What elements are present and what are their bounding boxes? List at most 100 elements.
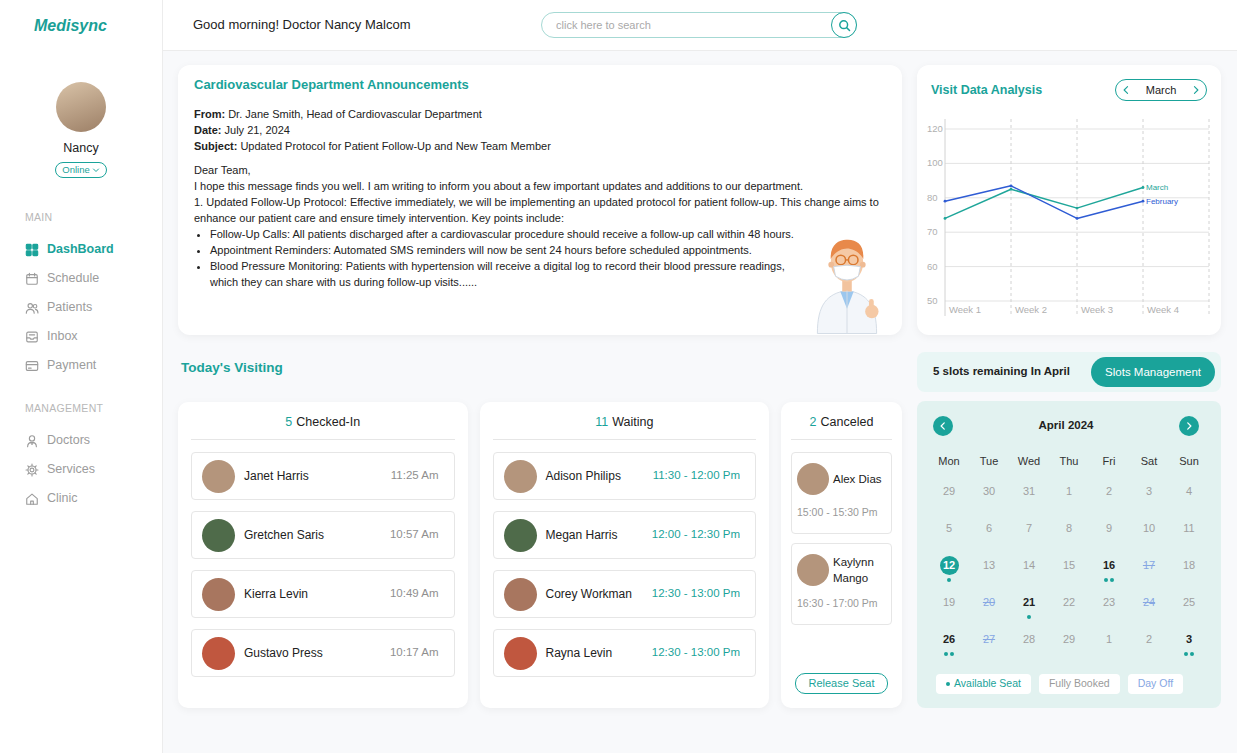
group-label: Waiting bbox=[612, 415, 653, 429]
calendar-day[interactable]: 14 bbox=[1009, 547, 1049, 584]
calendar-day[interactable]: 13 bbox=[969, 547, 1009, 584]
sidebar-item[interactable]: Services bbox=[0, 455, 162, 484]
slots-management-button[interactable]: Slots Management bbox=[1091, 357, 1215, 387]
calendar-day[interactable]: 2 bbox=[1089, 473, 1129, 510]
sidebar-item[interactable]: Schedule bbox=[0, 264, 162, 293]
meta-line: Subject:Updated Protocol for Patient Fol… bbox=[194, 138, 886, 154]
x-axis-tick: Week 2 bbox=[1015, 304, 1047, 315]
weekday-label: Wed bbox=[1009, 449, 1049, 473]
day-number: 14 bbox=[1020, 556, 1039, 575]
calendar-day[interactable]: 28 bbox=[1009, 621, 1049, 658]
calendar-day[interactable]: 5 bbox=[929, 510, 969, 547]
patient-row[interactable]: Gretchen Saris10:57 Am bbox=[191, 511, 455, 559]
group-count: 2 bbox=[810, 415, 817, 429]
sidebar-item[interactable]: Payment bbox=[0, 351, 162, 380]
data-point bbox=[1010, 184, 1013, 187]
calendar-day[interactable]: 1 bbox=[1049, 473, 1089, 510]
calendar-day[interactable]: 19 bbox=[929, 584, 969, 621]
search-button[interactable] bbox=[831, 12, 857, 38]
patient-name: Alex Dias bbox=[833, 471, 882, 487]
calendar-day[interactable]: 2 bbox=[1129, 621, 1169, 658]
patient-row[interactable]: Kierra Levin10:49 Am bbox=[191, 570, 455, 618]
next-month-button[interactable] bbox=[1191, 85, 1201, 95]
patient-row[interactable]: Alex Dias15:00 - 15:30 Pm bbox=[791, 452, 892, 534]
patient-name: Kierra Levin bbox=[244, 585, 308, 603]
data-point bbox=[944, 200, 947, 203]
calendar-day[interactable]: 23 bbox=[1089, 584, 1129, 621]
calendar-day[interactable]: 4 bbox=[1169, 473, 1209, 510]
patient-row[interactable]: Janet Harris11:25 Am bbox=[191, 452, 455, 500]
calendar-day[interactable]: 31 bbox=[1009, 473, 1049, 510]
day-number: 9 bbox=[1100, 519, 1119, 538]
availability-dot bbox=[1110, 578, 1114, 582]
calendar-day[interactable]: 22 bbox=[1049, 584, 1089, 621]
grid-line bbox=[945, 129, 1209, 130]
group-header: 2Canceled bbox=[791, 412, 892, 440]
day-number: 11 bbox=[1180, 519, 1199, 538]
y-axis-tick: 100 bbox=[927, 157, 943, 168]
calendar-day[interactable]: 7 bbox=[1009, 510, 1049, 547]
dashboard-icon bbox=[25, 243, 39, 257]
data-point bbox=[1076, 207, 1079, 210]
patient-time: 11:25 Am bbox=[391, 467, 439, 484]
calendar-day[interactable]: 16 bbox=[1089, 547, 1129, 584]
calendar-day[interactable]: 1 bbox=[1089, 621, 1129, 658]
patient-row[interactable]: Corey Workman12:30 - 13:00 Pm bbox=[493, 570, 757, 618]
calendar-day[interactable]: 27 bbox=[969, 621, 1009, 658]
calendar-icon bbox=[25, 272, 39, 286]
calendar-day[interactable]: 24 bbox=[1129, 584, 1169, 621]
sidebar-item[interactable]: Patients bbox=[0, 293, 162, 322]
patient-row[interactable]: Megan Harris12:00 - 12:30 Pm bbox=[493, 511, 757, 559]
calendar-day[interactable]: 25 bbox=[1169, 584, 1209, 621]
patient-row[interactable]: Kaylynn Mango16:30 - 17:00 Pm bbox=[791, 543, 892, 625]
calendar-day[interactable]: 8 bbox=[1049, 510, 1089, 547]
previous-month-button[interactable] bbox=[1121, 85, 1131, 95]
sidebar-label: Schedule bbox=[47, 269, 99, 288]
gear-icon bbox=[25, 463, 39, 477]
calendar-day[interactable]: 20 bbox=[969, 584, 1009, 621]
calendar-day[interactable]: 3 bbox=[1169, 621, 1209, 658]
day-number: 4 bbox=[1180, 482, 1199, 501]
weekday-row: MonTueWedThuFriSatSun bbox=[929, 449, 1209, 473]
x-axis-tick: Week 4 bbox=[1147, 304, 1179, 315]
sidebar-item[interactable]: Doctors bbox=[0, 426, 162, 455]
calendar-day[interactable]: 12 bbox=[929, 547, 969, 584]
calendar-day[interactable]: 15 bbox=[1049, 547, 1089, 584]
release-seat-button[interactable]: Release Seat bbox=[795, 673, 887, 694]
sidebar-item[interactable]: Clinic bbox=[0, 484, 162, 513]
calendar-day[interactable]: 17 bbox=[1129, 547, 1169, 584]
calendar-day[interactable]: 30 bbox=[969, 473, 1009, 510]
month-label: March bbox=[1146, 82, 1177, 99]
bottom-row: Today's Visiting 5Checked-InJanet Harris… bbox=[178, 352, 1221, 708]
calendar-day[interactable]: 6 bbox=[969, 510, 1009, 547]
search-input[interactable] bbox=[542, 16, 831, 35]
calendar-day[interactable]: 26 bbox=[929, 621, 969, 658]
group-count: 5 bbox=[285, 415, 292, 429]
patient-row[interactable]: Rayna Levin12:30 - 13:00 Pm bbox=[493, 629, 757, 677]
calendar-day[interactable]: 3 bbox=[1129, 473, 1169, 510]
announcement-paragraph: 1. Updated Follow-Up Protocol: Effective… bbox=[194, 194, 886, 226]
calendar-day[interactable]: 9 bbox=[1089, 510, 1129, 547]
inbox-icon bbox=[25, 330, 39, 344]
group-header: 5Checked-In bbox=[191, 414, 455, 440]
patient-row[interactable]: Gustavo Press10:17 Am bbox=[191, 629, 455, 677]
sidebar-item[interactable]: DashBoard bbox=[0, 235, 162, 264]
status-dropdown[interactable]: Online bbox=[55, 162, 106, 178]
grid-line bbox=[1011, 119, 1012, 316]
calendar-day[interactable]: 10 bbox=[1129, 510, 1169, 547]
calendar-day[interactable]: 21 bbox=[1009, 584, 1049, 621]
calendar-next-button[interactable] bbox=[1179, 416, 1199, 436]
patient-row[interactable]: Adison Philips11:30 - 12:00 Pm bbox=[493, 452, 757, 500]
availability-dot bbox=[944, 652, 948, 656]
calendar-day[interactable]: 29 bbox=[1049, 621, 1089, 658]
calendar-day[interactable]: 11 bbox=[1169, 510, 1209, 547]
legend-label: Available Seat bbox=[954, 676, 1021, 692]
calendar-day[interactable]: 18 bbox=[1169, 547, 1209, 584]
calendar-prev-button[interactable] bbox=[933, 416, 953, 436]
calendar-day[interactable]: 29 bbox=[929, 473, 969, 510]
meta-line: Date:July 21, 2024 bbox=[194, 122, 886, 138]
grid-line bbox=[1143, 119, 1144, 316]
group-header: 11Waiting bbox=[493, 414, 757, 440]
sidebar-item[interactable]: Inbox bbox=[0, 322, 162, 351]
logo[interactable]: Medisync bbox=[0, 0, 162, 51]
